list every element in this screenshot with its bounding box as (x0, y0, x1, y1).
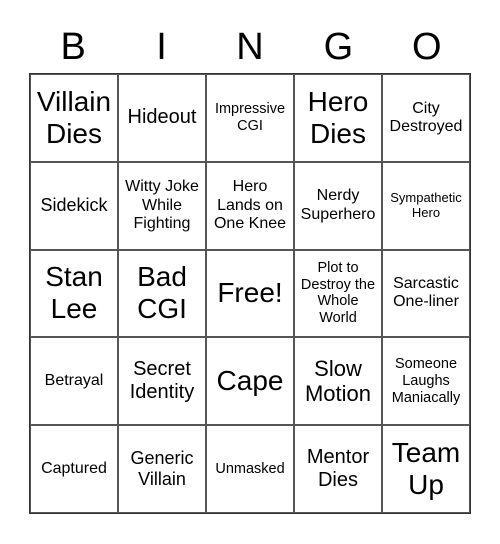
bingo-cell[interactable]: Villain Dies (30, 74, 118, 162)
bingo-cell[interactable]: Hideout (118, 74, 206, 162)
bingo-cell[interactable]: Unmasked (206, 425, 294, 513)
bingo-cell[interactable]: Impressive CGI (206, 74, 294, 162)
bingo-header: B I N G O (29, 22, 471, 72)
bingo-cell[interactable]: Sympathetic Hero (382, 161, 470, 250)
header-letter-o: O (411, 26, 442, 68)
header-letter-i: I (156, 26, 167, 68)
header-letter-n: N (236, 26, 264, 68)
bingo-cell[interactable]: Mentor Dies (294, 425, 382, 513)
bingo-cell[interactable]: Generic Villain (118, 425, 206, 513)
bingo-grid: Villain Dies Hideout Impressive CGI Hero… (29, 73, 471, 514)
bingo-cell[interactable]: Plot to Destroy the Whole World (294, 249, 382, 338)
header-letter-b: B (60, 26, 86, 68)
free-space[interactable]: Free! (206, 249, 294, 338)
bingo-cell[interactable]: Secret Identity (118, 337, 206, 426)
header-letter-g: G (323, 26, 354, 68)
bingo-cell[interactable]: Slow Motion (294, 337, 382, 426)
bingo-cell[interactable]: Captured (30, 425, 118, 513)
bingo-cell[interactable]: Betrayal (30, 337, 118, 426)
bingo-cell[interactable]: Bad CGI (118, 249, 206, 338)
bingo-cell[interactable]: City Destroyed (382, 74, 470, 162)
bingo-cell[interactable]: Stan Lee (30, 249, 118, 338)
bingo-cell[interactable]: Team Up (382, 425, 470, 513)
bingo-cell[interactable]: Sidekick (30, 161, 118, 250)
bingo-cell[interactable]: Nerdy Superhero (294, 161, 382, 250)
bingo-cell[interactable]: Cape (206, 337, 294, 426)
bingo-cell[interactable]: Someone Laughs Maniacally (382, 337, 470, 426)
bingo-cell[interactable]: Hero Lands on One Knee (206, 161, 294, 250)
bingo-cell[interactable]: Witty Joke While Fighting (118, 161, 206, 250)
bingo-cell[interactable]: Sarcastic One-liner (382, 249, 470, 338)
bingo-cell[interactable]: Hero Dies (294, 74, 382, 162)
